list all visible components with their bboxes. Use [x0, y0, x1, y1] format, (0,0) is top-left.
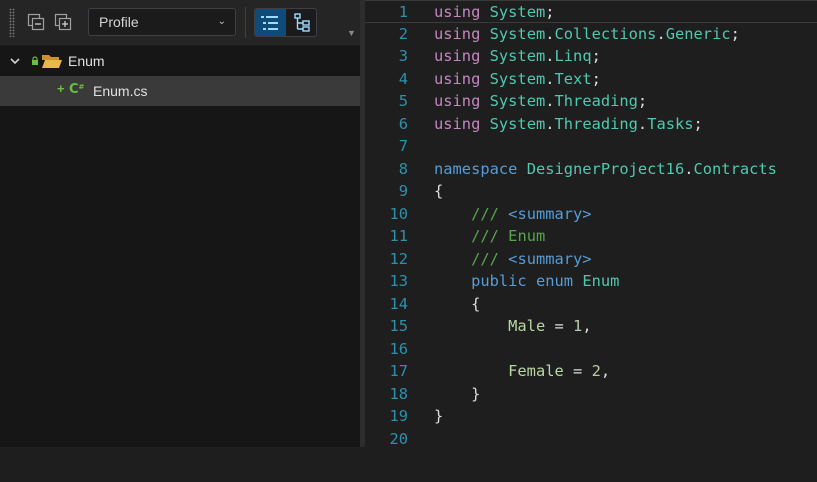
- code-line: 2 using System.Collections.Generic;: [365, 23, 817, 46]
- line-number: 20: [389, 429, 408, 448]
- line-number: 3: [398, 47, 408, 65]
- code-line: 10 /// <summary>: [365, 203, 817, 226]
- code-line: 8 namespace DesignerProject16.Contracts: [365, 158, 817, 181]
- line-number: 11: [389, 227, 408, 245]
- line-number: 7: [398, 137, 408, 155]
- code-text: using System.Collections.Generic;: [434, 24, 740, 43]
- code-line: 1 using System;: [365, 0, 817, 23]
- line-number: 6: [398, 114, 408, 133]
- list-view-button[interactable]: [255, 9, 286, 36]
- code-text: public enum Enum: [471, 272, 620, 290]
- line-number: 17: [389, 362, 408, 380]
- line-number: 14: [389, 294, 408, 313]
- code-text: }: [434, 407, 444, 425]
- code-text: }: [471, 384, 481, 403]
- tree-item-project[interactable]: Enum: [0, 46, 360, 76]
- solution-explorer-panel: Profile ⌄ ▼ Enum + C# Enum.cs: [0, 0, 360, 447]
- csharp-file-icon: C#: [69, 82, 85, 97]
- code-text: using System.Threading;: [434, 92, 648, 110]
- line-number: 16: [389, 339, 408, 358]
- tree-item-file[interactable]: + C# Enum.cs: [0, 76, 360, 106]
- code-line: 3 using System.Linq;: [365, 45, 817, 68]
- code-text: Male = 1,: [508, 317, 592, 335]
- code-text: {: [471, 294, 481, 313]
- line-number: 13: [389, 272, 408, 290]
- code-line: 4 using System.Text;: [365, 68, 817, 91]
- code-line: 5 using System.Threading;: [365, 90, 817, 113]
- tree-view-icon: [293, 12, 310, 32]
- code-line: 17 Female = 2,: [365, 360, 817, 383]
- explorer-toolbar: Profile ⌄ ▼: [0, 0, 360, 46]
- tree-view-button[interactable]: [286, 9, 316, 36]
- code-text: using System.Text;: [434, 69, 601, 88]
- view-mode-toggle: [254, 8, 317, 37]
- code-line: 16: [365, 338, 817, 361]
- code-text: using System.Threading.Tasks;: [434, 114, 703, 133]
- code-line: 7: [365, 135, 817, 158]
- collapse-all-button[interactable]: [25, 11, 47, 33]
- profile-dropdown-value: Profile: [99, 14, 139, 30]
- toolbar-grip[interactable]: [9, 8, 15, 37]
- code-line: 6 using System.Threading.Tasks;: [365, 113, 817, 136]
- chevron-down-icon[interactable]: [9, 55, 21, 67]
- line-number: 5: [398, 92, 408, 110]
- code-line: 18 }: [365, 383, 817, 406]
- list-view-icon: [261, 15, 278, 30]
- toolbar-overflow-icon[interactable]: ▼: [347, 28, 356, 38]
- line-number: 4: [398, 69, 408, 88]
- code-line: 15 Male = 1,: [365, 315, 817, 338]
- line-number: 2: [398, 24, 408, 43]
- code-line: 14 {: [365, 293, 817, 316]
- collapse-all-icon: [27, 13, 45, 31]
- expand-all-button[interactable]: [52, 11, 74, 33]
- code-line: 13 public enum Enum: [365, 270, 817, 293]
- code-text: using System;: [434, 3, 555, 21]
- line-number: 8: [398, 159, 408, 178]
- lock-icon: [32, 56, 38, 65]
- line-number: 19: [389, 407, 408, 425]
- line-number: 15: [389, 317, 408, 335]
- chevron-down-icon: ⌄: [217, 16, 226, 27]
- line-number: 1: [398, 3, 408, 21]
- code-text: using System.Linq;: [434, 47, 601, 65]
- app-window: Profile ⌄ ▼ Enum + C# Enum.cs 1 using Sy…: [0, 0, 817, 448]
- toolbar-separator: [245, 7, 246, 38]
- code-line: 11 /// Enum: [365, 225, 817, 248]
- solution-tree: Enum + C# Enum.cs: [0, 46, 360, 106]
- tree-item-file-label: Enum.cs: [93, 83, 148, 99]
- code-editor[interactable]: 1 using System; 2 using System.Collectio…: [365, 0, 817, 448]
- tree-item-project-label: Enum: [68, 53, 105, 69]
- code-line: 9 {: [365, 180, 817, 203]
- line-number: 12: [389, 249, 408, 268]
- code-text: namespace DesignerProject16.Contracts: [434, 159, 777, 178]
- code-text: Female = 2,: [508, 362, 611, 380]
- line-number: 9: [398, 182, 408, 200]
- folder-open-icon: [42, 55, 62, 68]
- code-text: {: [434, 182, 444, 200]
- code-text: /// Enum: [471, 227, 546, 245]
- code-line: 12 /// <summary>: [365, 248, 817, 271]
- code-line: 19 }: [365, 405, 817, 428]
- line-number: 18: [389, 384, 408, 403]
- expand-all-icon: [54, 13, 72, 31]
- code-text: /// <summary>: [471, 204, 592, 223]
- added-status-icon: +: [57, 81, 65, 96]
- line-number: 10: [389, 204, 408, 223]
- profile-dropdown[interactable]: Profile ⌄: [88, 8, 236, 36]
- code-text: /// <summary>: [471, 249, 592, 268]
